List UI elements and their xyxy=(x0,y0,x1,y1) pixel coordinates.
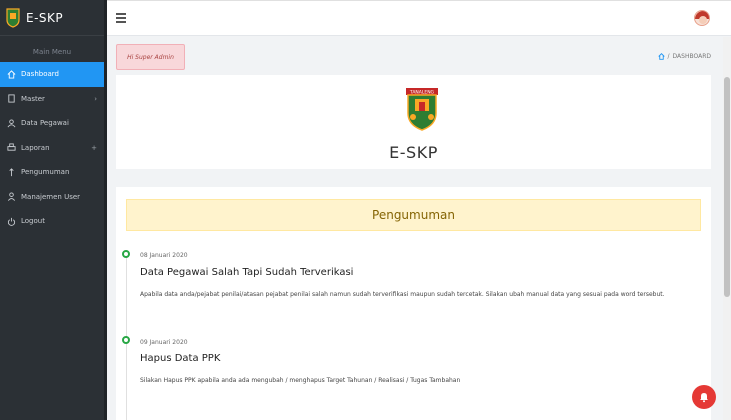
breadcrumb-separator: / xyxy=(667,53,670,60)
sidebar-item-label: Laporan xyxy=(21,143,50,152)
menu-toggle-icon[interactable] xyxy=(116,13,126,23)
breadcrumb-current: DASHBOARD xyxy=(672,53,711,60)
logo-card: TANALENG E-SKP xyxy=(116,75,711,169)
sidebar-item-master[interactable]: Master › xyxy=(0,87,104,112)
sidebar-item-logout[interactable]: Logout xyxy=(0,209,104,234)
logo-title: E-SKP xyxy=(389,143,438,162)
sidebar-item-label: Logout xyxy=(21,217,45,226)
plus-icon: + xyxy=(91,143,97,152)
home-icon xyxy=(6,69,16,79)
home-icon[interactable] xyxy=(657,53,665,60)
announcement-body: Silakan Hapus PPK apabila anda ada mengu… xyxy=(140,377,461,384)
sidebar-item-data-pegawai[interactable]: Data Pegawai xyxy=(0,111,104,136)
megaphone-icon xyxy=(6,167,16,177)
brand[interactable]: E-SKP xyxy=(0,0,104,36)
greeting-badge: Hi Super Admin xyxy=(116,44,185,70)
breadcrumb: / DASHBOARD xyxy=(657,53,711,60)
sidebar-item-dashboard[interactable]: Dashboard xyxy=(0,62,104,87)
sidebar-item-label: Data Pegawai xyxy=(21,119,69,128)
main-content: Hi Super Admin / DASHBOARD TANALENG E-SK… xyxy=(107,37,723,420)
timeline-dot xyxy=(122,250,130,258)
sidebar-item-laporan[interactable]: Laporan + xyxy=(0,136,104,161)
announcement-title[interactable]: Data Pegawai Salah Tapi Sudah Terverikas… xyxy=(140,267,353,278)
sidebar-item-label: Manajemen User xyxy=(21,192,81,201)
sidebar-item-manajemen-user[interactable]: Manajemen User xyxy=(0,185,104,210)
announcements-title: Pengumuman xyxy=(126,199,701,231)
printer-icon xyxy=(6,143,16,153)
announcement-title[interactable]: Hapus Data PPK xyxy=(140,353,220,364)
user-icon xyxy=(6,192,16,202)
sidebar-item-label: Master xyxy=(21,94,45,103)
sidebar-item-label: Dashboard xyxy=(21,70,59,79)
announcement-body: Apabila data anda/pejabat penilai/atasan… xyxy=(140,291,665,298)
svg-text:TANALENG: TANALENG xyxy=(409,90,435,96)
timeline-dot xyxy=(122,336,130,344)
app-title: E-SKP xyxy=(26,10,64,25)
emblem-logo-icon: TANALENG xyxy=(406,88,438,131)
sidebar-item-pengumuman[interactable]: Pengumuman xyxy=(0,160,104,185)
announcement-date: 08 Januari 2020 xyxy=(140,252,188,259)
menu-heading: Main Menu xyxy=(32,48,72,56)
bell-icon xyxy=(700,393,708,403)
power-icon xyxy=(6,216,16,226)
announcements-card: Pengumuman 08 Januari 2020 Data Pegawai … xyxy=(116,187,711,420)
page-scrollbar[interactable] xyxy=(723,37,731,420)
top-bar xyxy=(107,0,731,36)
avatar[interactable] xyxy=(694,10,710,26)
emblem-logo-icon xyxy=(6,7,20,28)
announcement-date: 09 Januari 2020 xyxy=(140,339,188,346)
chevron-right-icon: › xyxy=(94,94,97,103)
scrollbar-thumb[interactable] xyxy=(724,77,730,297)
sidebar-item-label: Pengumuman xyxy=(21,168,70,177)
notification-button[interactable] xyxy=(692,385,716,409)
book-icon xyxy=(6,94,16,104)
users-icon xyxy=(6,118,16,128)
sidebar: E-SKP Main Menu Dashboard Master › Data … xyxy=(0,0,104,420)
